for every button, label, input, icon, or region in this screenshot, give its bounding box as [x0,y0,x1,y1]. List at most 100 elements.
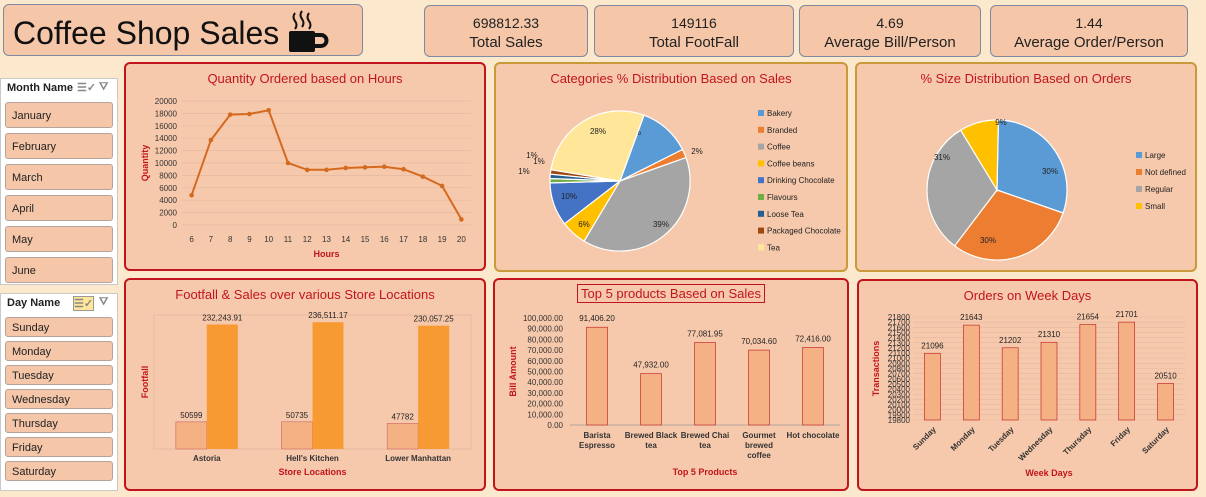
legend-swatch [1136,203,1142,209]
data-point [324,167,329,173]
clear-filter-icon[interactable]: ⛛ [99,81,108,94]
data-point [382,164,387,170]
x-tick-label: 7 [209,235,214,244]
slicer-item-tuesday[interactable]: Tuesday [5,365,113,385]
kpi-average-bill: 4.69 Average Bill/Person [799,5,981,57]
legend-swatch [1136,169,1142,175]
x-tick-label: Friday [1109,425,1133,449]
legend-label: Loose Tea [767,210,804,219]
data-label: 20510 [1154,371,1177,380]
data-label: 1% [518,167,530,176]
x-tick-label: Saturday [1140,425,1171,456]
slicer-item-april[interactable]: April [5,195,113,221]
legend-swatch [758,194,764,200]
x-tick-label: Sunday [911,425,938,452]
slicer-item-thursday[interactable]: Thursday [5,413,113,433]
products-chart-panel: Top 5 products Based on Sales 0.00 10,000… [493,278,849,491]
multi-select-icon[interactable]: ☰✓ [77,81,96,94]
data-label: 72,416.00 [795,335,831,344]
x-tick-label: 6 [189,235,194,244]
data-label: 21096 [921,341,944,350]
bar [1118,321,1136,421]
legend-label: Branded [767,126,797,135]
y-tick-label: 100,000.00 [523,314,564,323]
legend-label: Regular [1145,185,1173,194]
bar [418,325,450,449]
x-tick-label: 20 [457,235,466,244]
data-point [247,111,252,117]
clear-filter-icon[interactable]: ⛛ [99,296,108,309]
data-label: 77,081.95 [687,330,723,339]
data-label: 21701 [1116,310,1139,319]
y-tick-label: 90,000.00 [527,325,563,334]
kpi-value: 698812.33 [472,15,540,31]
data-point [304,167,310,173]
y-tick-label: 0.00 [547,421,563,430]
data-label: 21310 [1038,330,1061,339]
x-tick-label: 15 [361,235,370,244]
month-slicer: Month Name ☰✓ ⛛ January February March Apri… [0,78,118,285]
slicer-item-january[interactable]: January [5,102,113,128]
y-tick-label: 16000 [155,122,178,131]
legend-swatch [758,177,764,184]
slicer-item-june[interactable]: June [5,257,113,283]
legend-label: Not defined [1145,168,1186,177]
legend-label: Tea [767,243,780,252]
y-tick-label: 70,000.00 [527,346,563,355]
y-tick-label: 20000 [155,97,178,106]
y-tick-label: 20,000.00 [527,400,563,409]
data-label: 6% [578,220,590,229]
x-axis-label: Hours [313,249,339,259]
slicer-item-wednesday[interactable]: Wednesday [5,389,113,409]
kpi-value: 1.44 [1075,15,1103,31]
bar [748,349,770,426]
y-tick-label: 8000 [159,171,177,180]
x-tick-label: Astoria [193,454,221,463]
products-bar-chart: 0.00 10,000.0020,000.00 30,000.00 40,000.00… [508,314,840,477]
bar [924,352,941,421]
kpi-value: 4.69 [876,15,904,31]
data-label: 47,932.00 [633,361,669,370]
legend-swatch [758,110,764,116]
legend-label: Small [1145,202,1165,211]
x-axis-label: Top 5 Products [673,467,738,477]
data-label: 50599 [180,411,203,420]
multi-select-icon[interactable]: ☰✓ [73,296,95,311]
slicer-item-saturday[interactable]: Saturday [5,461,113,481]
y-tick-label: 50,000.00 [527,368,563,377]
x-tick-label: 16 [380,235,389,244]
slicer-item-sunday[interactable]: Sunday [5,317,113,337]
legend-swatch [1136,152,1142,158]
legend-label: Flavours [767,193,798,202]
data-label: 39% [653,220,669,229]
legend-swatch [1136,186,1142,192]
x-tick-label: Tuesday [987,425,1016,454]
data-label: 21654 [1077,313,1100,322]
kpi-label: Average Order/Person [1014,34,1164,51]
sizes-chart-panel: % Size Distribution Based on Orders 30% 3… [855,62,1197,272]
x-tick-label: 19 [438,235,447,244]
slicer-item-february[interactable]: February [5,133,113,159]
y-axis-label: Footfall [140,366,150,399]
bar [175,421,208,450]
y-tick-label: 60,000.00 [527,357,563,366]
data-label: 91,406.20 [579,314,615,323]
y-tick-label: 4000 [159,196,177,205]
x-tick-label: Wednesday [1017,425,1055,463]
sizes-pie-chart: 30% 30% 31% 9% Large Not defined Regular Small [926,118,1186,261]
slicer-item-friday[interactable]: Friday [5,437,113,457]
legend-swatch [758,160,764,167]
slicer-item-monday[interactable]: Monday [5,341,113,361]
bar [386,423,419,450]
month-slicer-title: Month Name [7,82,73,94]
y-tick-label: 14000 [155,134,178,143]
bar [312,322,344,449]
x-tick-label: Thursday [1061,425,1093,457]
slicer-item-may[interactable]: May [5,226,113,252]
data-label: 28% [590,127,606,136]
kpi-value: 149116 [671,15,717,31]
categories-chart-panel: Categories % Distribution Based on Sales… [494,62,848,272]
slicer-item-march[interactable]: March [5,164,113,190]
legend-label: Large [1145,151,1166,160]
x-tick-label: 8 [228,235,233,244]
